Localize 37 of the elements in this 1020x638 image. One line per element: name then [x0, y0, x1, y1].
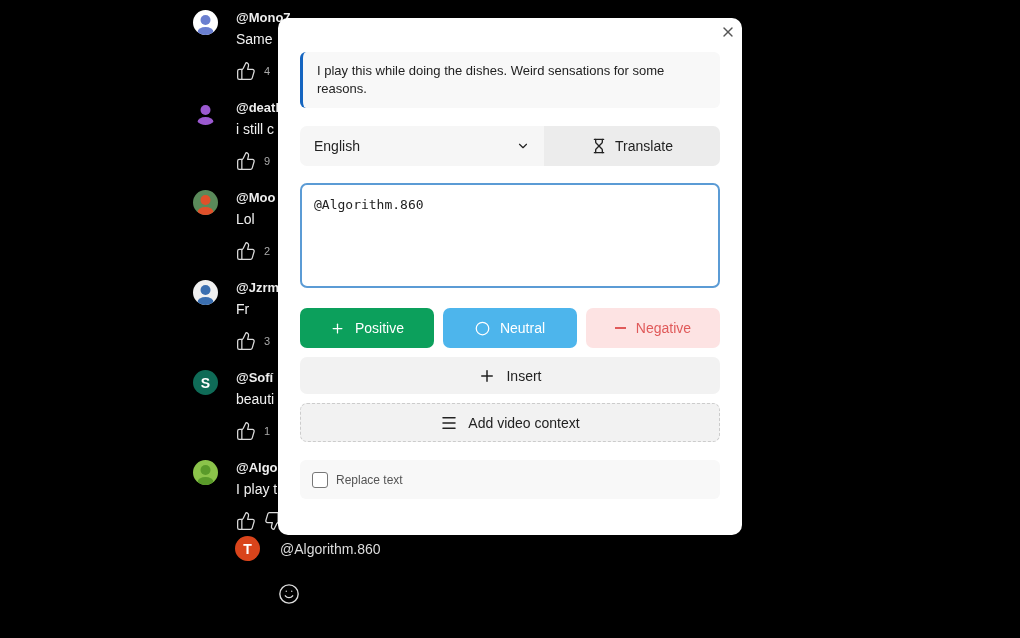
thumbs-up-icon[interactable]	[236, 61, 256, 81]
like-count: 2	[264, 245, 271, 257]
comment-author: @Jzrm	[236, 280, 280, 295]
quoted-comment: I play this while doing the dishes. Weird sensations for some reasons.	[300, 52, 720, 109]
add-context-button[interactable]: Add video context	[300, 403, 720, 443]
avatar: S	[193, 370, 218, 395]
comment-author: @deatl	[236, 100, 280, 115]
emoji-icon[interactable]	[278, 583, 300, 605]
minus-icon	[614, 327, 626, 330]
language-select[interactable]: English	[300, 126, 544, 167]
comment-text: Same	[236, 31, 274, 47]
like-count: 1	[264, 425, 271, 437]
insert-button[interactable]: Insert	[300, 357, 720, 395]
translate-button[interactable]: Translate	[544, 126, 720, 167]
checkbox-label: Replace text	[336, 472, 403, 487]
thumbs-up-icon[interactable]	[236, 241, 256, 261]
thumbs-up-icon[interactable]	[236, 421, 256, 441]
comment-text: I play t	[236, 481, 279, 497]
comment-text: beauti	[236, 391, 275, 407]
thumbs-up-icon[interactable]	[236, 511, 256, 531]
comment-author: @Algo	[236, 460, 279, 475]
like-count: 3	[264, 335, 271, 347]
checkbox[interactable]	[312, 471, 328, 488]
reply-text-area[interactable]: @Algorithm.860	[300, 183, 720, 289]
comment-text: Lol	[236, 211, 256, 227]
avatar: T	[235, 536, 260, 561]
comment-author: @Sofí	[236, 370, 275, 385]
reply-field[interactable]: @Algorithm.860	[280, 540, 381, 557]
like-count: 4	[264, 65, 271, 77]
comment-text: i still c	[236, 121, 276, 137]
like-count: 9	[264, 155, 271, 167]
thumbs-up-icon[interactable]	[236, 151, 256, 171]
comment-author: @Moo	[236, 190, 276, 205]
thumbs-up-icon[interactable]	[236, 331, 256, 351]
comment-text: Fr	[236, 301, 251, 317]
circle-icon	[474, 320, 490, 336]
plus-icon	[330, 320, 345, 336]
